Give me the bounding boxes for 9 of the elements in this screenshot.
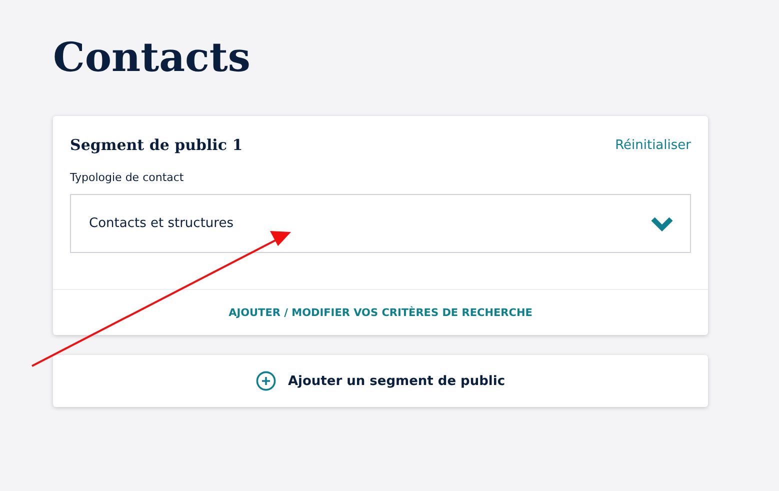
- field-label: Typologie de contact: [70, 171, 185, 184]
- criteria-link[interactable]: AJOUTER / MODIFIER VOS CRITÈRES DE RECHERCHE: [228, 306, 532, 318]
- add-segment-button[interactable]: Ajouter un segment de public: [53, 355, 708, 407]
- page-title: Contacts: [53, 33, 252, 83]
- segment-title: Segment de public 1: [70, 135, 243, 156]
- plus-circle-icon: [256, 371, 276, 391]
- chevron-icon: [650, 216, 674, 232]
- contact-type-dropdown[interactable]: Contacts et structures: [70, 194, 691, 253]
- reset-link[interactable]: Réinitialiser: [615, 138, 691, 152]
